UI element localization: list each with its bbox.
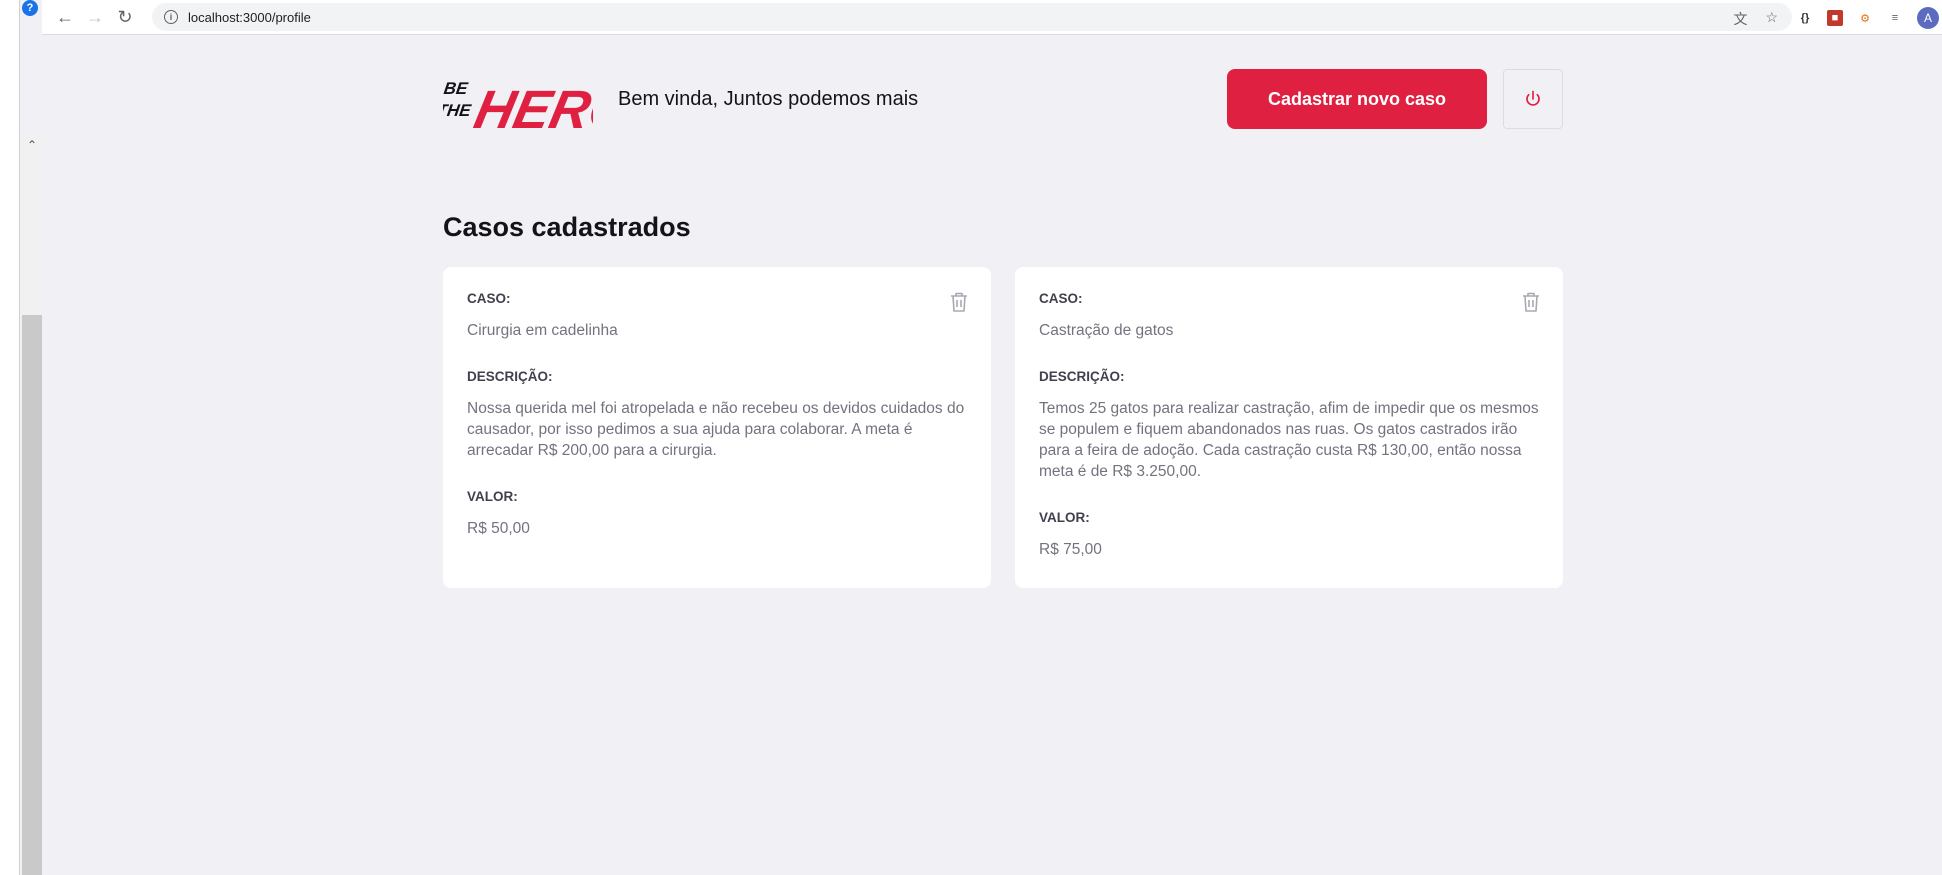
trash-icon[interactable] (1521, 291, 1541, 313)
case-value: R$ 50,00 (467, 520, 530, 537)
json-extension-icon[interactable]: {} (1797, 10, 1813, 26)
address-bar[interactable]: i localhost:3000/profile 文 ☆ (152, 3, 1792, 31)
extensions-area: {} ■ ⚙ ≡ A ⋮ (1797, 7, 1942, 29)
case-title: Castração de gatos (1039, 322, 1174, 339)
case-value: R$ 75,00 (1039, 541, 1102, 558)
svg-text:HERO: HERO (469, 80, 593, 132)
case-card: CASO: Castração de gatos DESCRIÇÃO: Temo… (1015, 267, 1563, 588)
url-text: localhost:3000/profile (188, 9, 311, 25)
new-case-button[interactable]: Cadastrar novo caso (1227, 69, 1487, 129)
forward-arrow-icon[interactable]: → (80, 2, 110, 32)
side-scrollbar-thumb[interactable] (22, 315, 42, 875)
reload-icon[interactable]: ↻ (110, 2, 140, 32)
browser-toolbar: ← → ↻ i localhost:3000/profile 文 ☆ {} ■ … (42, 0, 1942, 35)
profile-avatar[interactable]: A (1917, 7, 1939, 29)
left-divider (19, 0, 20, 875)
cases-list: CASO: Cirurgia em cadelinha DESCRIÇÃO: N… (443, 267, 1563, 588)
logo: BE THE HERO (443, 79, 593, 132)
chevron-up-icon[interactable]: ⌃ (22, 135, 42, 155)
description-label: DESCRIÇÃO: (467, 369, 553, 384)
media-queue-icon[interactable]: ≡ (1887, 10, 1903, 26)
page-header: BE THE HERO Bem vinda, Juntos podemos ma… (443, 66, 1563, 132)
logout-button[interactable] (1503, 69, 1563, 129)
extension-red-icon[interactable]: ■ (1827, 10, 1843, 26)
value-label: VALOR: (467, 489, 518, 504)
translate-icon[interactable]: 文 (1733, 9, 1747, 29)
case-label: CASO: (1039, 291, 1083, 306)
svg-text:THE: THE (443, 101, 473, 120)
back-arrow-icon[interactable]: ← (50, 2, 80, 32)
case-title: Cirurgia em cadelinha (467, 322, 618, 339)
profile-page: BE THE HERO Bem vinda, Juntos podemos ma… (443, 66, 1563, 588)
star-icon[interactable]: ☆ (1765, 9, 1778, 29)
case-card: CASO: Cirurgia em cadelinha DESCRIÇÃO: N… (443, 267, 991, 588)
left-edge (0, 0, 20, 875)
power-icon (1526, 90, 1540, 106)
welcome-text: Bem vinda, Juntos podemos mais (618, 87, 919, 110)
svg-text:BE: BE (443, 79, 469, 98)
help-icon[interactable]: ? (22, 0, 38, 16)
case-description: Temos 25 gatos para realizar castração, … (1039, 400, 1539, 480)
trash-icon[interactable] (949, 291, 969, 313)
case-description: Nossa querida mel foi atropelada e não r… (467, 400, 965, 459)
description-label: DESCRIÇÃO: (1039, 369, 1125, 384)
case-label: CASO: (467, 291, 511, 306)
extension-orange-icon[interactable]: ⚙ (1857, 10, 1873, 26)
section-title: Casos cadastrados (443, 212, 691, 242)
info-icon[interactable]: i (164, 10, 178, 24)
value-label: VALOR: (1039, 510, 1090, 525)
